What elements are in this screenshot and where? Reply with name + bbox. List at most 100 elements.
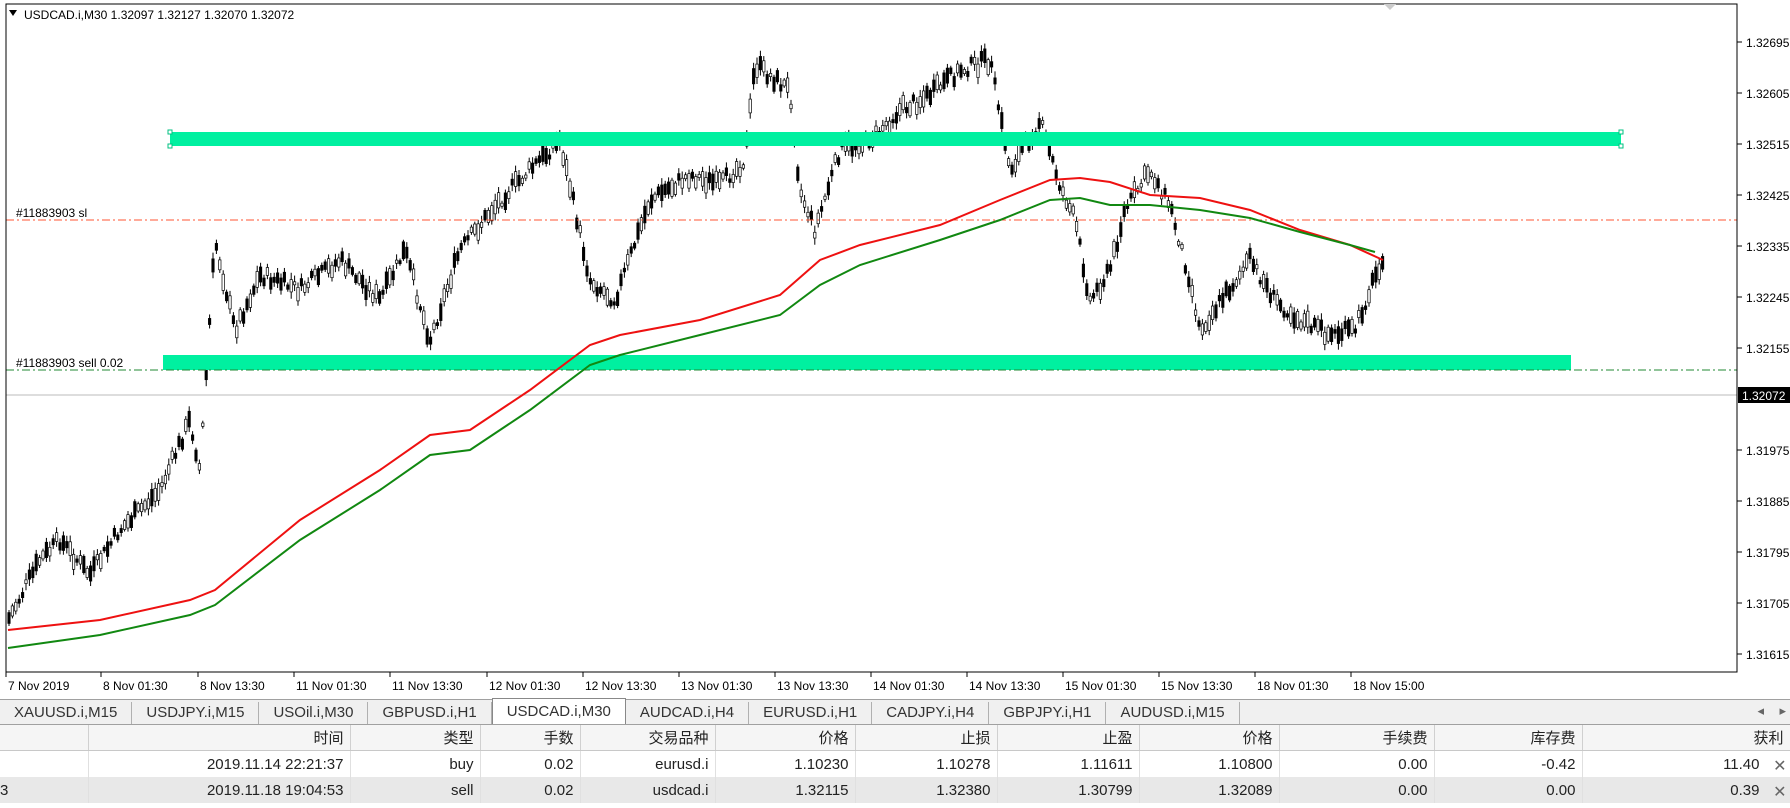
candle-body [524,174,528,179]
candle-body [174,452,178,459]
chart-tab[interactable]: USDJPY.i,M15 [132,702,260,724]
chart-header: USDCAD.i,M30 1.32097 1.32127 1.32070 1.3… [24,8,295,22]
candle-body [626,254,630,266]
candle-body [1081,263,1085,278]
candle-body [728,178,732,183]
candle-body [789,103,793,110]
close-order-icon[interactable]: ✕ [1773,756,1786,776]
candle-body [378,291,382,304]
candle-body [1017,144,1021,162]
candle-body [833,154,837,163]
candle-body [894,112,898,124]
candle-body [911,94,915,102]
candle-body [265,267,269,276]
candle-body [282,271,286,283]
order-row[interactable]: 2019.11.14 22:21:37 buy 0.02 eurusd.i 1.1023… [0,750,1790,777]
candle-body [68,541,72,556]
price-label: 1.31705 [1746,597,1790,611]
column-header[interactable]: 获利 [1582,725,1790,751]
close-order-icon[interactable]: ✕ [1773,782,1786,802]
column-header[interactable]: 类型 [350,725,481,751]
tab-scroll-right-icon[interactable]: ▸ [1779,703,1786,719]
zone-handle[interactable] [1618,143,1624,149]
resistance-zone[interactable] [170,132,1621,146]
chart-tab[interactable]: GBPJPY.i,H1 [989,702,1107,724]
chart-tab[interactable]: GBPUSD.i,H1 [368,702,492,724]
zone-handle[interactable] [1618,129,1624,135]
candle-body [157,483,161,501]
candle-body [1214,304,1218,319]
candle-body [735,161,739,177]
candle-body [1350,319,1354,334]
chart-tab[interactable]: CADJPY.i,H4 [872,702,990,724]
column-header[interactable]: 价格 [1139,725,1280,751]
candle-body [21,592,25,598]
candle-body [694,176,698,189]
candle-body [323,261,327,270]
time-label: 15 Nov 13:30 [1161,679,1233,693]
support-zone[interactable] [163,355,1571,370]
candle-body [996,104,1000,111]
column-header[interactable]: 库存费 [1434,725,1583,751]
candle-body [140,503,144,513]
candle-body [976,63,980,78]
candle-body [605,288,609,306]
chart-menu-icon[interactable] [9,10,17,16]
zone-handle[interactable] [167,143,173,149]
candle-body [1058,185,1062,191]
candle-body [602,286,606,296]
tab-scroll-left-icon[interactable]: ◂ [1757,703,1764,719]
candle-body [701,171,705,187]
column-header[interactable]: 止损 [855,725,998,751]
candle-body [979,51,983,62]
candle-body [1306,310,1310,328]
candle-body [935,74,939,90]
chart-tab[interactable]: AUDCAD.i,H4 [626,702,750,724]
chart-tab[interactable]: USDCAD.i,M30 [491,698,626,724]
column-header[interactable]: 止盈 [997,725,1140,751]
price-chart[interactable]: #11883903 sl #11883903 sell 0.02 1.32072 U… [0,0,1790,700]
candle-body [38,557,42,566]
candle-body [1143,165,1147,180]
candle-body [1340,328,1344,341]
current-price-label: 1.32072 [1742,389,1786,403]
candle-body [1007,158,1011,167]
column-header[interactable] [0,725,89,751]
column-header[interactable]: 手数 [480,725,581,751]
candle-body [344,262,348,277]
candle-body [1183,265,1187,274]
candle-body [1109,264,1113,272]
order-cell-commission: 0.00 [1279,750,1435,777]
column-header[interactable]: 时间 [88,725,351,751]
candle-body [129,515,133,528]
order-row[interactable]: 3 2019.11.18 19:04:53 sell 0.02 usdcad.i 1.32… [0,777,1790,803]
time-label: 7 Nov 2019 [8,679,70,693]
candle-body [456,251,460,262]
column-header[interactable]: 手续费 [1279,725,1435,751]
candle-body [888,120,892,134]
candle-body [163,474,167,485]
candle-body [384,271,388,289]
chart-canvas[interactable]: #11883903 sl #11883903 sell 0.02 1.32072 U… [0,0,1790,700]
candle-body [942,72,946,90]
column-header[interactable]: 价格 [715,725,856,751]
chart-tab[interactable]: XAUUSD.i,M15 [0,702,133,724]
candle-body [248,293,252,308]
zone-handle[interactable] [167,129,173,135]
column-header[interactable]: 交易品种 [580,725,716,751]
order-cell-tp: 1.30799 [997,777,1140,803]
time-label: 14 Nov 01:30 [873,679,945,693]
chart-tab[interactable]: EURUSD.i,H1 [749,702,873,724]
chart-tab[interactable]: AUDUSD.i,M15 [1106,702,1240,724]
candle-body [983,48,987,64]
candle-body [1078,238,1082,245]
candle-body [765,74,769,85]
candle-body [218,259,222,271]
chart-tab[interactable]: USOil.i,M30 [259,702,369,724]
order-cell-cur: 1.32089 [1139,777,1280,803]
candle-body [146,498,150,510]
candle-body [1153,177,1157,190]
candle-body [531,162,535,174]
time-label: 12 Nov 01:30 [489,679,561,693]
candle-body [1197,320,1201,327]
